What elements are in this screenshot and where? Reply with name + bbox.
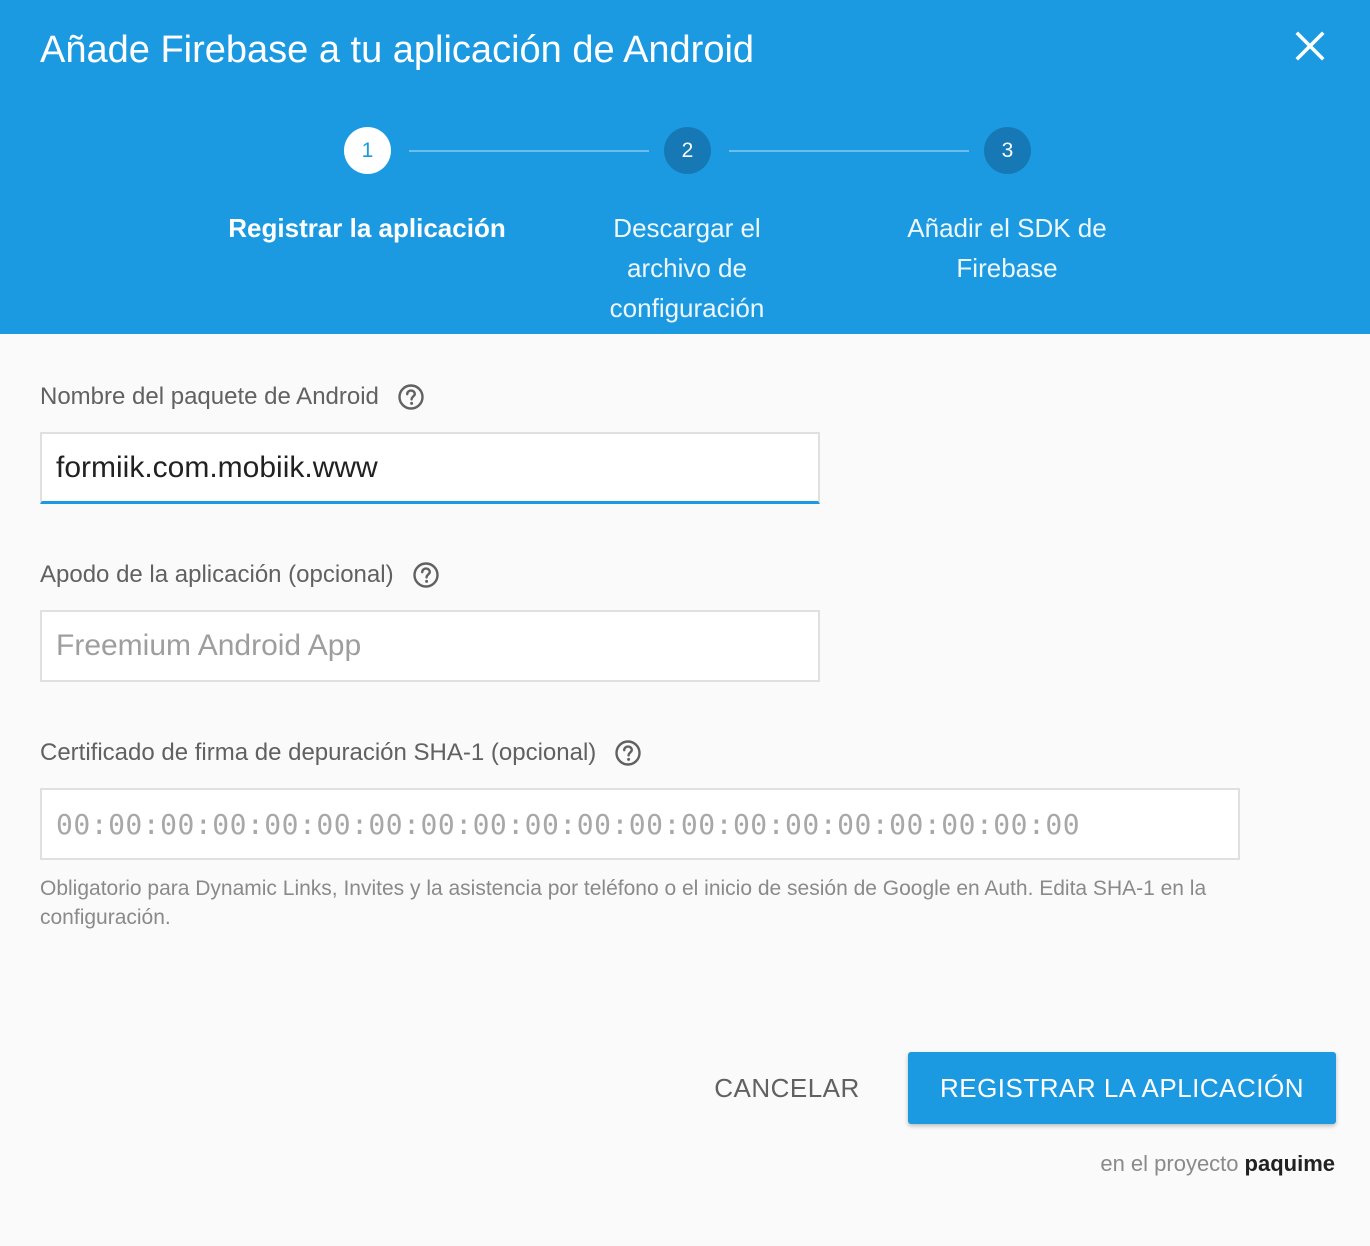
package-name-label-text: Nombre del paquete de Android xyxy=(40,383,379,410)
project-prefix: en el proyecto xyxy=(1100,1151,1239,1176)
package-name-value: formiik.com.mobiik.www xyxy=(56,450,378,484)
close-button[interactable] xyxy=(1288,24,1332,68)
help-circle-icon[interactable] xyxy=(614,739,642,767)
register-app-button[interactable]: REGISTRAR LA APLICACIÓN xyxy=(908,1052,1336,1124)
sha1-input[interactable]: 00:00:00:00:00:00:00:00:00:00:00:00:00:0… xyxy=(40,788,1240,860)
project-info: en el proyecto paquime xyxy=(1100,1149,1335,1179)
sha1-placeholder: 00:00:00:00:00:00:00:00:00:00:00:00:00:0… xyxy=(56,807,1081,841)
step-2-indicator: 2 xyxy=(664,127,711,174)
sha1-label: Certificado de firma de depuración SHA-1… xyxy=(40,737,642,769)
stepper-connector-1 xyxy=(409,150,649,152)
step-3-label: Añadir el SDK de Firebase xyxy=(907,213,1107,283)
sha1-hint: Obligatorio para Dynamic Links, Invites … xyxy=(40,877,1207,929)
help-circle-icon[interactable] xyxy=(412,561,440,589)
help-circle-icon[interactable] xyxy=(397,383,425,411)
step-1-indicator: 1 xyxy=(344,127,391,174)
dialog-header: Añade Firebase a tu aplicación de Androi… xyxy=(0,0,1370,334)
step-2-label: Descargar el archivo de configuración xyxy=(609,213,765,323)
app-nickname-label: Apodo de la aplicación (opcional) xyxy=(40,559,440,591)
sha1-label-text: Certificado de firma de depuración SHA-1… xyxy=(40,739,597,766)
close-icon xyxy=(1295,31,1325,61)
app-nickname-placeholder: Freemium Android App xyxy=(56,629,362,662)
project-name: paquime xyxy=(1244,1151,1335,1176)
stepper-connector-2 xyxy=(729,150,969,152)
package-name-input[interactable]: formiik.com.mobiik.www xyxy=(40,432,820,504)
dialog-title: Añade Firebase a tu aplicación de Androi… xyxy=(40,29,755,71)
package-name-label: Nombre del paquete de Android xyxy=(40,381,425,413)
app-nickname-input[interactable]: Freemium Android App xyxy=(40,610,820,682)
app-nickname-label-text: Apodo de la aplicación (opcional) xyxy=(40,561,394,588)
cancel-button[interactable]: CANCELAR xyxy=(694,1052,880,1124)
step-1-label: Registrar la aplicación xyxy=(228,213,506,243)
step-3-indicator: 3 xyxy=(984,127,1031,174)
